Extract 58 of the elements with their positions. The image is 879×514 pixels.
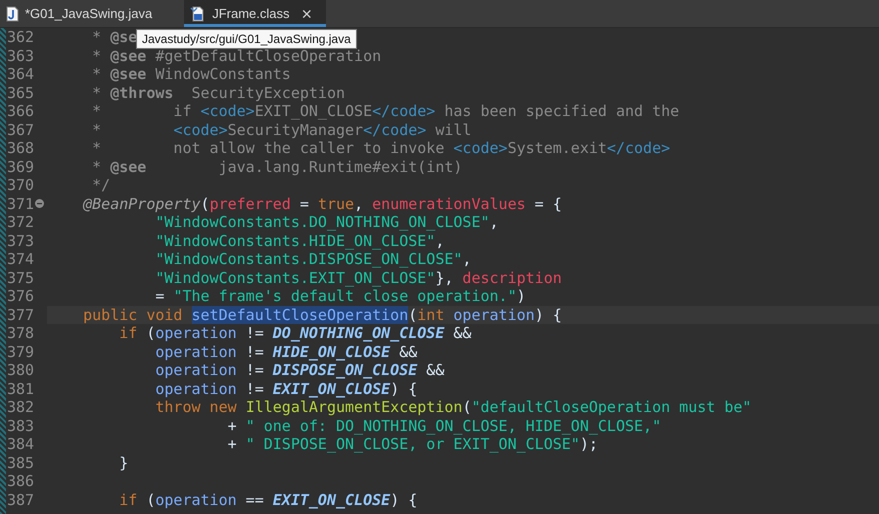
close-icon[interactable]: × [302, 4, 312, 22]
line-number: 385 [6, 454, 35, 472]
java-file-icon [6, 6, 19, 22]
line-number: 386 [6, 472, 35, 490]
code-line: operation != HIDE_ON_CLOSE && [154, 342, 418, 361]
line-number: 368 [6, 139, 35, 158]
code-line: * @throws SecurityException [91, 84, 346, 102]
code-line: } [118, 454, 128, 472]
code-line: * @see java.lang.Runtime#exit(int) [91, 158, 462, 176]
collapse-icon[interactable] [35, 199, 44, 208]
line-number: 376 [6, 287, 35, 306]
line-number: 362 [6, 28, 35, 46]
code-line: * not allow the caller to invoke <code>System.exit</code> [91, 139, 670, 158]
editor-tab[interactable]: *G01_JavaSwing.java [0, 0, 166, 27]
line-number: 375 [6, 268, 35, 287]
line-number: 365 [6, 84, 35, 102]
line-number: 379 [6, 342, 35, 361]
code-line: * @see #getDefaultCloseOperation [91, 46, 382, 65]
line-number: 367 [6, 120, 35, 139]
line-number: 377 [6, 306, 35, 324]
line-number: 364 [6, 65, 35, 84]
code-line: "WindowConstants.HIDE_ON_CLOSE", [154, 232, 444, 250]
line-number: 384 [6, 435, 35, 454]
line-number: 370 [6, 176, 35, 194]
code-line: operation != DISPOSE_ON_CLOSE && [154, 361, 444, 380]
code-line: + " one of: DO_NOTHING_ON_CLOSE, HIDE_ON_CLOSE," [226, 416, 662, 435]
line-number: 382 [6, 398, 35, 416]
code-line: "WindowConstants.DISPOSE_ON_CLOSE", [154, 250, 472, 268]
line-number: 387 [6, 490, 35, 509]
line-number: 378 [6, 324, 35, 342]
code-line: public void setDefaultCloseOperation(int operation) { [82, 306, 562, 324]
code-line: "WindowConstants.DO_NOTHING_ON_CLOSE", [154, 213, 499, 232]
line-number: 369 [6, 158, 35, 176]
line-number: 371 [6, 194, 35, 213]
line-number: 374 [6, 250, 35, 268]
editor-tab[interactable]: JFrame.class × [184, 0, 326, 27]
code-line: throw new IllegalArgumentException("defaultCloseOperation must be" [154, 398, 752, 416]
code-line: operation != EXIT_ON_CLOSE) { [154, 380, 418, 398]
code-line: * @see WindowConstants [91, 65, 291, 84]
code-line: */ [91, 176, 110, 194]
code-line: if (operation == EXIT_ON_CLOSE) { [118, 490, 418, 509]
code-line: "WindowConstants.EXIT_ON_CLOSE"}, description [154, 268, 562, 287]
code-line: @BeanProperty(preferred = true, enumerationValues = { [82, 194, 562, 213]
code-line: * <code>SecurityManager</code> will [91, 120, 472, 139]
code-line: * @se [91, 28, 138, 46]
line-number: 380 [6, 361, 35, 380]
line-number: 383 [6, 416, 35, 435]
line-number: 366 [6, 102, 35, 120]
line-number: 373 [6, 232, 35, 250]
code-line: * if <code>EXIT_ON_CLOSE</code> has been specified and the [91, 102, 680, 120]
file-path-tooltip: Javastudy/src/gui/G01_JavaSwing.java [136, 29, 357, 49]
code-line: if (operation != DO_NOTHING_ON_CLOSE && [118, 324, 472, 342]
code-line: + " DISPOSE_ON_CLOSE, or EXIT_ON_CLOSE"); [226, 435, 598, 454]
line-number: 381 [6, 380, 35, 398]
line-number: 363 [6, 46, 35, 65]
line-number: 372 [6, 213, 35, 232]
class-file-icon [190, 6, 206, 22]
code-line: = "The frame's default close operation.") [154, 287, 526, 306]
